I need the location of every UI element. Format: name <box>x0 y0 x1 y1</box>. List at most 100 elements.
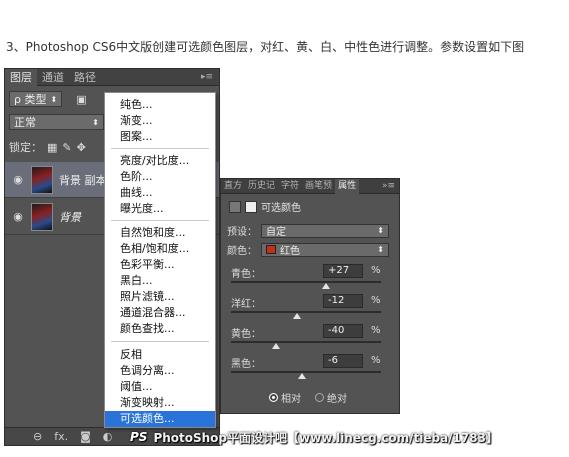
radio-dot <box>315 393 324 402</box>
menu-item-color-lookup[interactable]: 颜色查找... <box>105 321 215 337</box>
menu-item-gradient-map[interactable]: 渐变映射... <box>105 395 215 411</box>
slider-value-input[interactable]: -40 <box>323 324 363 338</box>
panel-menu-icon[interactable]: ▸≡ <box>201 72 219 82</box>
slider-track[interactable] <box>231 371 381 373</box>
slider-knob[interactable] <box>322 283 331 289</box>
preset-row: 预设： 自定 ⬍ <box>227 223 389 238</box>
color-select[interactable]: 红色 ⬍ <box>261 242 389 257</box>
link-icon[interactable]: ⊖ <box>33 430 42 443</box>
menu-item-black-white[interactable]: 黑白... <box>105 273 215 289</box>
percent-unit: % <box>371 265 381 276</box>
percent-unit: % <box>371 355 381 366</box>
menu-item-photo-filter[interactable]: 照片滤镜... <box>105 289 215 305</box>
lock-transparent-icon[interactable]: ▦ <box>47 141 57 154</box>
color-value: 红色 <box>280 246 300 257</box>
slider-label: 青色： <box>231 269 261 280</box>
lock-brush-icon[interactable]: ✎ <box>62 141 71 154</box>
tab-properties[interactable]: 属性 <box>335 178 360 194</box>
watermark: PS PhotoShop平面设计吧【www.linecg.com/tieba/1… <box>130 428 498 446</box>
tab-layers[interactable]: 图层 <box>5 68 37 86</box>
tab-channels[interactable]: 通道 <box>37 69 69 86</box>
image-filter-icon[interactable]: ▣ <box>76 93 86 106</box>
percent-unit: % <box>371 295 381 306</box>
chevron-down-icon: ⬍ <box>50 94 58 104</box>
slider-value-input[interactable]: -12 <box>323 294 363 308</box>
chevron-down-icon: ⬍ <box>92 117 99 127</box>
visibility-eye-icon[interactable]: ◉ <box>11 210 25 223</box>
menu-separator <box>111 148 209 149</box>
menu-item-levels[interactable]: 色阶... <box>105 169 215 185</box>
layers-tabbar: 图层 通道 路径 ▸≡ <box>5 68 219 86</box>
chevron-down-icon: ⬍ <box>377 245 384 254</box>
menu-item-posterize[interactable]: 色调分离... <box>105 363 215 379</box>
properties-tabbar: 直方 历史记 字符 画笔预 属性 »≡ <box>221 178 399 194</box>
adjustment-icon[interactable]: ◐ <box>103 430 113 443</box>
fx-icon[interactable]: fx. <box>54 430 68 443</box>
method-radios: 相对 绝对 <box>269 390 347 405</box>
adjustment-layer-icon <box>229 200 241 213</box>
panel-menu-icon[interactable]: »≡ <box>382 181 399 191</box>
menu-item-solid-color[interactable]: 纯色... <box>105 97 215 113</box>
slider-knob[interactable] <box>272 343 280 349</box>
slider-label: 黑色： <box>231 359 261 370</box>
method-absolute-label: 绝对 <box>327 394 347 405</box>
menu-item-brightness-contrast[interactable]: 亮度/对比度... <box>105 153 215 169</box>
layer-thumbnail <box>31 202 53 231</box>
screenshot-root: { "caption": "3、Photoshop CS6中文版创建可选颜色图层… <box>0 0 569 457</box>
color-row: 颜色： 红色 ⬍ <box>227 242 389 257</box>
tab-paths[interactable]: 路径 <box>69 69 101 86</box>
slider-track[interactable] <box>231 311 381 313</box>
watermark-text: PhotoShop平面设计吧【www.linecg.com/tieba/1783… <box>153 430 498 445</box>
menu-item-hue-saturation[interactable]: 色相/饱和度... <box>105 241 215 257</box>
slider-knob[interactable] <box>293 313 301 319</box>
mask-icon[interactable]: ◙ <box>80 430 91 443</box>
menu-item-gradient[interactable]: 渐变... <box>105 113 215 129</box>
filter-type-select[interactable]: ρ 类型 ⬍ <box>9 91 63 107</box>
properties-title: 可选颜色 <box>261 203 301 214</box>
tab-histogram[interactable]: 直方 <box>221 179 245 194</box>
menu-item-color-balance[interactable]: 色彩平衡... <box>105 257 215 273</box>
layer-mask-icon <box>245 200 257 213</box>
menu-item-exposure[interactable]: 曝光度... <box>105 201 215 217</box>
menu-item-channel-mixer[interactable]: 通道混合器... <box>105 305 215 321</box>
watermark-logo: PS <box>130 430 148 444</box>
menu-item-curves[interactable]: 曲线... <box>105 185 215 201</box>
layer-thumbnail <box>31 165 53 194</box>
method-relative-label: 相对 <box>281 394 301 405</box>
menu-item-threshold[interactable]: 阈值... <box>105 379 215 395</box>
properties-panel: 直方 历史记 字符 画笔预 属性 »≡ 可选颜色 预设： 自定 ⬍ 颜色： 红色… <box>220 178 400 414</box>
properties-title-row: 可选颜色 <box>229 199 301 214</box>
tab-history[interactable]: 历史记 <box>245 179 278 194</box>
preset-select[interactable]: 自定 ⬍ <box>261 223 389 238</box>
slider-value-input[interactable]: +27 <box>323 264 363 278</box>
lock-move-icon[interactable]: ✥ <box>77 141 86 154</box>
method-relative-radio[interactable]: 相对 <box>269 390 301 405</box>
slider-track[interactable] <box>231 281 381 283</box>
menu-item-vibrance[interactable]: 自然饱和度... <box>105 225 215 241</box>
tab-character[interactable]: 字符 <box>278 179 302 194</box>
blend-mode-select[interactable]: 正常 ⬍ <box>9 114 104 130</box>
percent-unit: % <box>371 325 381 336</box>
method-absolute-radio[interactable]: 绝对 <box>315 390 347 405</box>
menu-item-invert[interactable]: 反相 <box>105 347 215 363</box>
slider-label: 洋红： <box>231 299 261 310</box>
slider-value-input[interactable]: -6 <box>323 354 363 368</box>
slider-label: 黄色： <box>231 329 261 340</box>
color-label: 颜色： <box>227 246 257 257</box>
color-swatch <box>266 245 276 254</box>
chevron-down-icon: ⬍ <box>377 226 384 235</box>
preset-label: 预设： <box>227 227 257 238</box>
layer-name: 背景 <box>59 210 81 224</box>
filter-type-label: ρ 类型 <box>14 93 47 106</box>
article-caption: 3、Photoshop CS6中文版创建可选颜色图层，对红、黄、白、中性色进行调… <box>6 40 525 54</box>
visibility-eye-icon[interactable]: ◉ <box>11 173 25 186</box>
slider-knob[interactable] <box>297 373 306 379</box>
tab-brush-presets[interactable]: 画笔预 <box>302 179 335 194</box>
radio-dot <box>269 393 278 402</box>
menu-item-pattern[interactable]: 图案... <box>105 129 215 145</box>
slider-track[interactable] <box>231 341 381 343</box>
preset-value: 自定 <box>266 227 286 238</box>
menu-item-selective-color[interactable]: 可选颜色... <box>105 411 215 427</box>
blend-mode-label: 正常 <box>14 116 36 129</box>
lock-label: 锁定： <box>9 141 42 154</box>
